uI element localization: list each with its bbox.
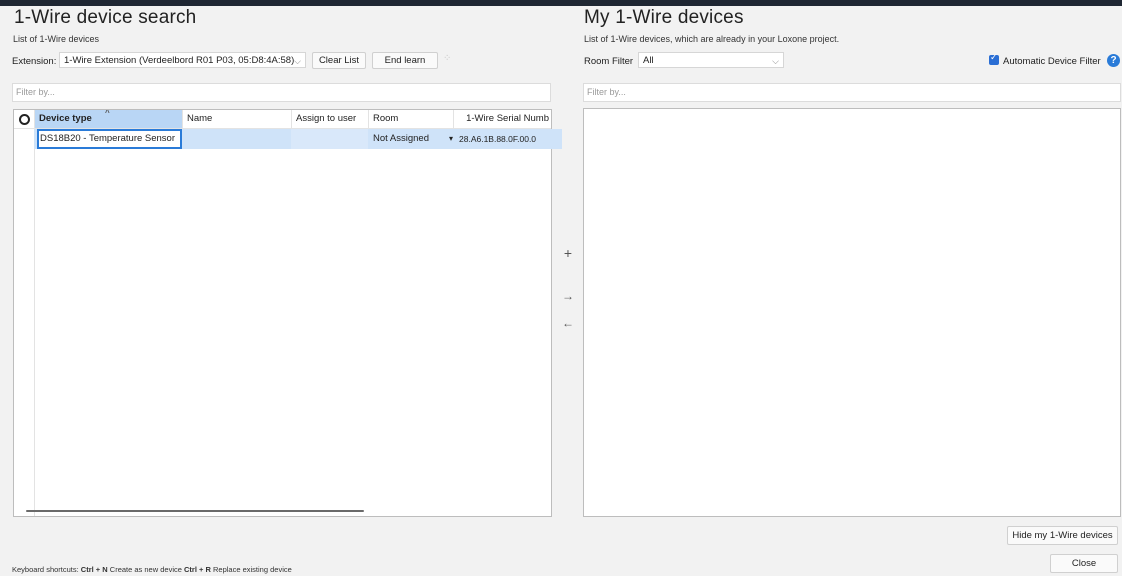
window-top-bar (0, 0, 1122, 6)
room-filter-select[interactable]: All ⌵ (638, 52, 784, 68)
column-header-room[interactable]: Room (369, 110, 454, 128)
room-filter-label: Room Filter (584, 56, 634, 67)
extension-select[interactable]: 1-Wire Extension (Verdeelbord R01 P03, 0… (59, 52, 306, 68)
shortcut-action-replace: Replace existing device (212, 565, 292, 574)
column-header-serial-number[interactable]: 1-Wire Serial Numb (454, 110, 551, 128)
row-gutter (14, 128, 35, 516)
shortcut-key-ctrl-r: Ctrl + R (184, 565, 211, 574)
clear-list-button[interactable]: Clear List (312, 52, 366, 69)
my-devices-filter-input[interactable]: Filter by... (583, 83, 1121, 102)
column-header-name[interactable]: Name (183, 110, 292, 128)
close-button[interactable]: Close (1050, 554, 1118, 573)
chevron-down-icon: ⌵ (294, 56, 301, 66)
device-search-title: 1-Wire device search (14, 7, 197, 28)
move-right-icon[interactable]: → (559, 287, 577, 305)
settings-column-icon[interactable] (14, 110, 35, 128)
my-devices-title: My 1-Wire devices (584, 7, 744, 28)
column-label: Device type (39, 113, 92, 124)
my-devices-subtitle: List of 1-Wire devices, which are alread… (584, 34, 840, 44)
add-icon[interactable]: + (559, 244, 577, 262)
device-search-subtitle: List of 1-Wire devices (13, 34, 100, 44)
cell-device-type[interactable]: DS18B20 - Temperature Sensor (37, 129, 182, 149)
chevron-down-icon: ⌵ (772, 56, 779, 66)
move-left-icon[interactable]: ← (559, 314, 577, 332)
device-search-table: Device type ^ Name Assign to user Room 1… (13, 109, 562, 517)
shortcut-action-create: Create as new device (109, 565, 182, 574)
shortcuts-prefix: Keyboard shortcuts: (12, 565, 79, 574)
extension-label: Extension: (12, 56, 57, 67)
column-header-device-type[interactable]: Device type ^ (35, 110, 183, 128)
automatic-device-filter-checkbox[interactable] (989, 52, 999, 65)
my-devices-list (583, 108, 1121, 517)
device-search-filter-input[interactable]: Filter by... (12, 83, 551, 102)
room-filter-value: All (643, 55, 654, 66)
keyboard-shortcuts-hint: Keyboard shortcuts: Ctrl + N Create as n… (12, 565, 292, 574)
table-header: Device type ^ Name Assign to user Room 1… (14, 110, 551, 129)
horizontal-scrollbar[interactable] (26, 510, 364, 512)
automatic-device-filter-label: Automatic Device Filter (1003, 56, 1101, 67)
cell-assign-to-user[interactable] (291, 129, 368, 149)
help-icon[interactable]: ? (1107, 54, 1120, 67)
table-row[interactable]: DS18B20 - Temperature Sensor Not Assigne… (34, 129, 562, 149)
room-value: Not Assigned (373, 133, 429, 144)
dropdown-arrow-icon[interactable]: ▾ (449, 129, 453, 149)
shortcut-key-ctrl-n: Ctrl + N (80, 565, 108, 574)
cell-name[interactable] (183, 129, 291, 149)
sort-ascending-icon: ^ (105, 110, 110, 117)
column-header-assign-to-user[interactable]: Assign to user (292, 110, 369, 128)
end-learn-button[interactable]: End learn (372, 52, 438, 69)
extension-select-value: 1-Wire Extension (Verdeelbord R01 P03, 0… (64, 55, 295, 66)
hide-my-devices-button[interactable]: Hide my 1-Wire devices (1007, 526, 1118, 545)
loading-spinner-icon: ⁘ (443, 53, 452, 64)
cell-room[interactable]: Not Assigned ▾ (369, 129, 455, 149)
cell-serial-number: 28.A6.1B.88.0F.00.0 (459, 134, 537, 144)
